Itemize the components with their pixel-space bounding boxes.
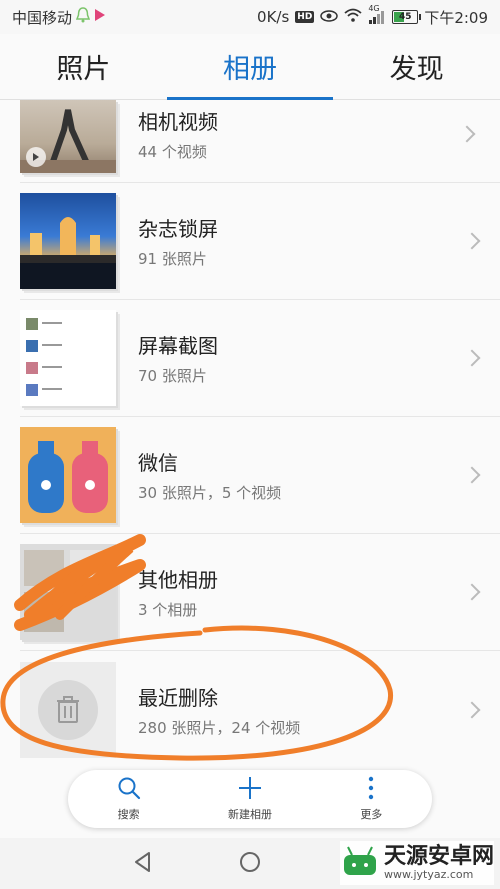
album-count: 3 个相册 [138,601,198,619]
play-button-icon [26,146,46,167]
album-row-others[interactable]: 其他相册 3 个相册 [20,534,500,651]
tab-photos[interactable]: 照片 [0,34,167,99]
album-name: 其他相册 [138,568,218,592]
network-type: 4G [368,4,380,13]
tab-label: 照片 [56,54,111,85]
more-button[interactable]: 更多 [311,770,432,828]
play-icon [94,8,106,26]
new-album-label: 新建相册 [227,808,272,821]
album-count: 280 张照片，24 个视频 [138,718,301,737]
album-row-wechat[interactable]: 微信 30 张照片，5 个视频 [20,417,500,534]
wechat-thumbnail [20,427,116,523]
album-row-camera-video[interactable]: 相机视频 44 个视频 [20,99,500,183]
album-name: 杂志锁屏 [138,217,218,241]
home-icon[interactable] [239,851,261,877]
bottom-toolbar: 搜索 新建相册 更多 [68,770,432,828]
album-name: 最近删除 [138,685,218,710]
album-row-magazine[interactable]: 杂志锁屏 91 张照片 [20,183,500,300]
tab-label: 发现 [389,54,444,85]
trash-icon [38,679,98,740]
battery-level: 45 [399,12,412,22]
album-count: 91 张照片 [138,250,207,268]
carrier-label: 中国移动 [12,8,73,27]
clock: 下午2:09 [424,8,488,27]
watermark-logo-icon [340,841,380,885]
album-count: 70 张照片 [138,367,207,385]
album-name: 屏幕截图 [138,334,218,358]
eye-icon [320,8,339,26]
recently-deleted-thumbnail [20,661,116,758]
net-speed: 0K/s [257,8,290,26]
notification-bell-icon [75,7,91,27]
watermark: 天源安卓网 www.jytyaz.com [339,841,494,885]
search-icon [117,776,141,804]
wifi-icon [344,8,362,26]
more-vertical-icon [359,776,383,804]
album-name: 微信 [138,451,178,475]
status-bar: 中国移动 0K/s HD 4G 45 下午2:09 [0,0,500,34]
tab-bar: 照片 相册 发现 [0,34,500,100]
album-list: 相机视频 44 个视频 杂志锁屏 91 张照片 屏幕截图 70 张照片 微信 3… [0,99,500,768]
tab-label: 相册 [223,54,277,85]
album-row-recently-deleted[interactable]: 最近删除 280 张照片，24 个视频 [20,651,500,768]
video-thumbnail [20,99,116,173]
album-count: 30 张照片，5 个视频 [138,484,282,502]
plus-icon [238,776,262,804]
magazine-thumbnail [20,193,116,289]
signal-icon: 4G [368,4,386,24]
search-label: 搜索 [117,808,140,821]
album-count: 44 个视频 [138,143,207,161]
screenshot-thumbnail [20,310,116,406]
battery-icon: 45 [392,10,422,24]
tab-discover[interactable]: 发现 [333,34,500,99]
new-album-button[interactable]: 新建相册 [189,770,310,828]
more-label: 更多 [360,808,383,821]
back-icon[interactable] [132,851,154,877]
watermark-url: www.jytyaz.com [383,867,474,881]
album-row-screenshots[interactable]: 屏幕截图 70 张照片 [20,300,500,417]
hd-icon: HD [295,11,315,23]
other-thumbnail [20,544,116,640]
watermark-title: 天源安卓网 [383,843,494,869]
album-name: 相机视频 [138,110,218,134]
search-button[interactable]: 搜索 [68,770,189,828]
tab-albums[interactable]: 相册 [166,34,334,100]
